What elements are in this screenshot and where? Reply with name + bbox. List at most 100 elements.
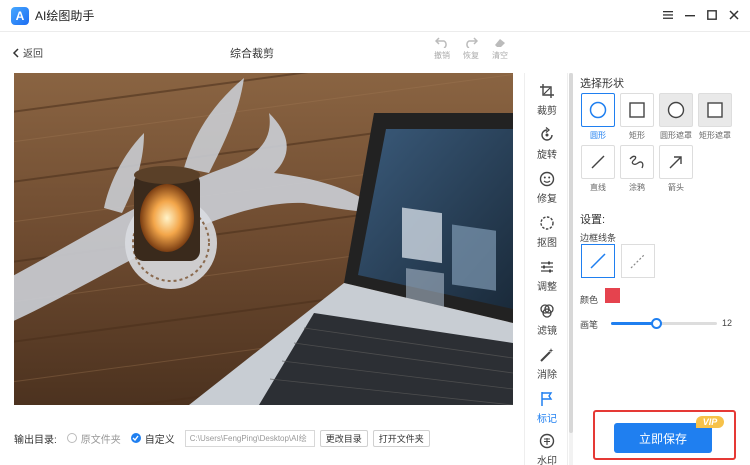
shape-arrow[interactable]: 箭头 [659,145,693,193]
redo-icon [466,37,478,48]
option-custom-label: 自定义 [144,434,175,446]
settings-title: 设置: [580,214,606,226]
open-folder-button[interactable]: 打开文件夹 [372,429,430,447]
maximize-icon[interactable] [704,6,720,24]
brush-slider-fill [611,322,656,325]
shape-circle[interactable]: 圆形 [581,93,615,141]
tool-label: 滤镜 [537,326,557,337]
change-dir-button[interactable]: 更改目录 [319,429,368,447]
tool-cutout[interactable]: 抠图 [525,215,569,249]
options-panel: 选择形状 圆形 矩形 圆形遮罩 矩形遮罩 直线 涂鸦 箭头 设置: 边框线条 颜… [575,73,750,465]
clear-button[interactable]: 清空 [485,37,515,61]
shape-box [620,145,654,179]
radio-original-folder[interactable] [66,433,77,443]
cutout-icon [540,216,554,230]
magic-wand-icon [540,348,554,362]
tool-rotate[interactable]: 旋转 [525,127,569,161]
arrow-icon [669,156,682,169]
line-icon [591,155,605,169]
eraser-icon [495,39,505,47]
shape-section-title: 选择形状 [580,78,624,90]
shape-label: 涂鸦 [629,183,645,192]
tool-label: 水印 [537,456,557,465]
brush-slider[interactable] [611,318,717,329]
redo-button[interactable]: 恢复 [456,37,486,61]
panel-scrollbar[interactable] [569,73,573,465]
tool-filter[interactable]: 滤镜 [525,303,569,337]
tool-crop[interactable]: 裁剪 [525,83,569,117]
tool-mark[interactable]: 标记 [525,391,569,425]
brush-slider-knob[interactable] [650,318,662,329]
shape-rectangle-mask[interactable]: 矩形遮罩 [698,93,732,141]
crop-icon [540,84,554,98]
vip-badge: VIP [696,416,724,428]
minimize-icon[interactable] [682,6,698,24]
tool-strip: 裁剪 旋转 修复 抠图 调整 滤镜 消除 标记 水印 [524,73,568,465]
shape-line[interactable]: 直线 [581,145,615,193]
radio-custom-folder[interactable] [130,433,141,443]
clear-label: 清空 [492,51,508,60]
shape-label: 箭头 [668,183,684,192]
title-bar: A AI绘图助手 [0,0,750,32]
filter-icon [540,304,554,318]
scribble-icon [629,155,644,169]
shape-label: 矩形遮罩 [699,131,731,140]
shape-box [620,93,654,127]
back-label: 返回 [23,49,43,60]
shape-label: 圆形遮罩 [660,131,692,140]
tool-label: 标记 [537,414,557,425]
shape-box [581,93,615,127]
tool-erase[interactable]: 消除 [525,347,569,381]
rotate-icon [541,127,553,141]
option-original-label: 原文件夹 [80,434,121,446]
flag-icon [541,392,553,406]
brush-label: 画笔 [580,320,599,330]
shape-label: 矩形 [629,131,645,140]
save-highlight-box: 立即保存 VIP [593,410,736,460]
app-logo: A [11,6,29,25]
redo-label: 恢复 [463,51,479,60]
window-controls [660,6,742,24]
shape-label: 直线 [590,183,606,192]
tool-label: 消除 [537,370,557,381]
tool-repair[interactable]: 修复 [525,171,569,205]
menu-icon[interactable] [660,6,676,24]
tool-label: 裁剪 [537,106,557,117]
close-icon[interactable] [726,6,742,24]
check-icon [132,435,139,441]
rectangle-mask-icon [707,102,723,118]
tool-label: 修复 [537,194,557,205]
undo-button[interactable]: 撤销 [427,37,457,61]
shape-label: 圆形 [590,131,606,140]
line-style-solid[interactable] [581,244,615,278]
output-path-input[interactable] [184,429,315,447]
tool-label: 调整 [537,282,557,293]
tool-adjust[interactable]: 调整 [525,259,569,293]
editor-toolbar: 返回 综合裁剪 撤销 恢复 清空 [0,33,515,69]
photo-preview [14,73,513,405]
shape-box [698,93,732,127]
color-swatch[interactable] [605,288,620,303]
shape-scribble[interactable]: 涂鸦 [620,145,654,193]
back-button[interactable]: 返回 [12,45,43,60]
color-label: 颜色 [580,295,599,305]
watermark-icon [539,433,555,449]
shape-box [581,145,615,179]
shape-rectangle[interactable]: 矩形 [620,93,654,141]
shape-box [659,145,693,179]
chevron-left-icon [12,47,19,58]
undo-icon [435,37,447,48]
rectangle-icon [629,102,645,118]
face-icon [539,171,555,187]
scrollbar-thumb[interactable] [569,73,573,433]
shape-circle-mask[interactable]: 圆形遮罩 [659,93,693,141]
page-title: 综合裁剪 [230,48,274,60]
line-style-dashed[interactable] [621,244,655,278]
tool-watermark[interactable]: 水印 [525,433,569,465]
undo-label: 撤销 [434,51,450,60]
app-title: AI绘图助手 [35,9,95,23]
shape-box [659,93,693,127]
output-bar: 输出目录: 原文件夹 自定义 更改目录 打开文件夹 [0,425,520,451]
dashed-line-icon [630,253,646,269]
image-canvas[interactable] [14,73,513,405]
